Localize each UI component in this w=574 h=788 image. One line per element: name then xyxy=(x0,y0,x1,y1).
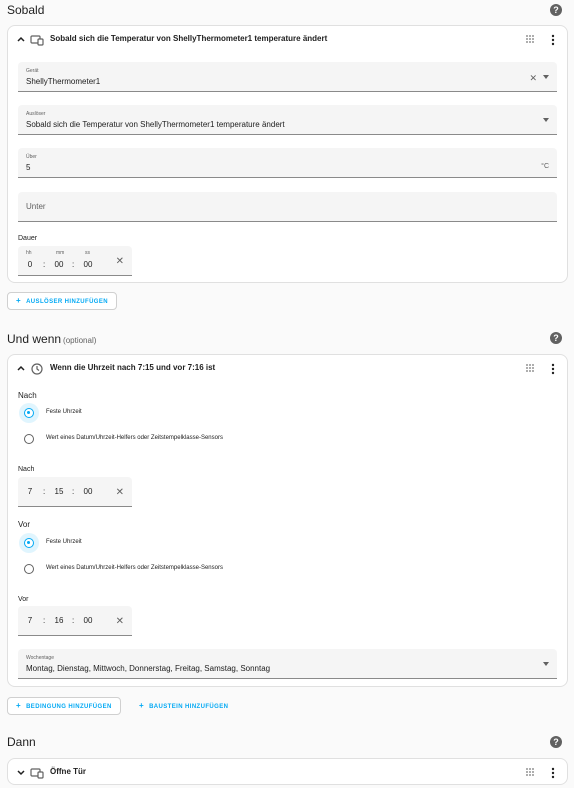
plus-icon: + xyxy=(16,296,22,305)
radio-after-fixed[interactable] xyxy=(24,408,34,418)
clock-icon xyxy=(30,362,44,375)
trigger-card-header[interactable]: Sobald sich die Temperatur von ShellyThe… xyxy=(8,26,567,54)
more-vert-icon[interactable] xyxy=(551,33,555,46)
weekdays-value: Montag, Dienstag, Mittwoch, Donnerstag, … xyxy=(26,664,271,673)
below-field-placeholder: Unter xyxy=(26,202,46,211)
device-field-label: Gerät xyxy=(26,68,39,74)
condition-card-header[interactable]: Wenn die Uhrzeit nach 7:15 und vor 7:16 … xyxy=(8,355,567,383)
more-vert-icon[interactable] xyxy=(551,362,555,375)
add-condition-label: BEDINGUNG HINZUFÜGEN xyxy=(26,704,112,710)
after-hh[interactable]: 7 xyxy=(22,487,38,496)
optional-label: (optional) xyxy=(63,336,97,345)
before-ss[interactable]: 00 xyxy=(80,616,96,625)
plus-icon: + xyxy=(139,701,145,710)
trigger-card: Sobald sich die Temperatur von ShellyThe… xyxy=(7,25,568,283)
section-title-dann: Dann xyxy=(7,735,36,749)
drag-handle-icon[interactable] xyxy=(525,362,535,374)
dropdown-arrow-icon[interactable] xyxy=(543,118,549,122)
duration-label: Dauer xyxy=(18,235,38,242)
dropdown-arrow-icon[interactable] xyxy=(543,662,549,666)
radio-after-helper-label[interactable]: Wert eines Datum/Uhrzeit-Helfers oder Ze… xyxy=(46,435,223,441)
condition-card: Wenn die Uhrzeit nach 7:15 und vor 7:16 … xyxy=(7,354,568,687)
dropdown-arrow-icon[interactable] xyxy=(543,75,549,79)
duration-input[interactable]: hh mm ss 0 : 00 : 00 ✕ xyxy=(18,246,132,276)
action-card-title: Öffne Tür xyxy=(50,767,86,776)
close-icon[interactable]: ✕ xyxy=(116,256,124,267)
add-block-button[interactable]: + BAUSTEIN HINZUFÜGEN xyxy=(130,697,237,715)
radio-after-helper[interactable] xyxy=(24,434,34,444)
duration-mm[interactable]: 00 xyxy=(51,260,67,269)
duration-mm-unit: mm xyxy=(56,250,65,256)
above-field[interactable]: Über 5 °C xyxy=(18,148,557,178)
trigger-select-value: Sobald sich die Temperatur von ShellyThe… xyxy=(26,120,285,129)
help-icon[interactable]: ? xyxy=(550,4,562,16)
duration-hh-unit: hh xyxy=(26,250,32,256)
chevron-up-icon[interactable] xyxy=(16,363,26,373)
radio-before-fixed[interactable] xyxy=(24,538,34,548)
weekdays-label: Wochentage xyxy=(26,655,54,661)
trigger-select[interactable]: Auslöser Sobald sich die Temperatur von … xyxy=(18,105,557,135)
after-time-input[interactable]: 7 : 15 : 00 ✕ xyxy=(18,477,132,507)
und-wenn-title: Und wenn xyxy=(7,332,62,346)
after-label: Nach xyxy=(18,391,37,400)
close-icon[interactable]: ✕ xyxy=(116,616,124,627)
after-ss[interactable]: 00 xyxy=(80,487,96,496)
action-card-header[interactable]: Öffne Tür xyxy=(8,759,567,786)
device-field-value: ShellyThermometer1 xyxy=(26,77,101,86)
duration-ss-unit: ss xyxy=(85,250,90,256)
above-field-unit: °C xyxy=(541,163,549,170)
radio-before-helper-label[interactable]: Wert eines Datum/Uhrzeit-Helfers oder Ze… xyxy=(46,565,223,571)
add-trigger-label: AUSLÖSER HINZUFÜGEN xyxy=(26,299,109,305)
before-mm[interactable]: 16 xyxy=(51,616,67,625)
chevron-down-icon[interactable] xyxy=(16,767,26,777)
device-icon xyxy=(30,766,44,779)
device-field[interactable]: Gerät ShellyThermometer1 ✕ xyxy=(18,62,557,92)
before-time-label: Vor xyxy=(18,596,29,603)
close-icon[interactable]: ✕ xyxy=(529,73,537,84)
close-icon[interactable]: ✕ xyxy=(116,487,124,498)
radio-before-fixed-label[interactable]: Feste Uhrzeit xyxy=(46,539,82,545)
more-vert-icon[interactable] xyxy=(551,766,555,779)
trigger-card-title: Sobald sich die Temperatur von ShellyThe… xyxy=(50,34,328,43)
section-title-und-wenn: Und wenn (optional) xyxy=(7,332,96,346)
before-label: Vor xyxy=(18,520,31,529)
add-trigger-button[interactable]: + AUSLÖSER HINZUFÜGEN xyxy=(7,292,118,310)
after-time-label: Nach xyxy=(18,466,35,473)
condition-card-title: Wenn die Uhrzeit nach 7:15 und vor 7:16 … xyxy=(50,363,216,372)
weekdays-select[interactable]: Wochentage Montag, Dienstag, Mittwoch, D… xyxy=(18,649,557,679)
radio-after-fixed-label[interactable]: Feste Uhrzeit xyxy=(46,409,82,415)
trigger-select-label: Auslöser xyxy=(26,111,46,117)
action-card: Öffne Tür xyxy=(7,758,568,785)
chevron-up-icon[interactable] xyxy=(16,34,26,44)
before-hh[interactable]: 7 xyxy=(22,616,38,625)
plus-icon: + xyxy=(16,701,22,710)
duration-ss[interactable]: 00 xyxy=(80,260,96,269)
add-condition-button[interactable]: + BEDINGUNG HINZUFÜGEN xyxy=(7,697,121,715)
add-block-label: BAUSTEIN HINZUFÜGEN xyxy=(149,704,229,710)
help-icon[interactable]: ? xyxy=(550,332,562,344)
below-field[interactable]: Unter xyxy=(18,192,557,222)
before-time-input[interactable]: 7 : 16 : 00 ✕ xyxy=(18,606,132,636)
above-field-label: Über xyxy=(26,154,37,160)
after-mm[interactable]: 15 xyxy=(51,487,67,496)
device-icon xyxy=(30,33,44,46)
duration-hh[interactable]: 0 xyxy=(22,260,38,269)
drag-handle-icon[interactable] xyxy=(525,766,535,778)
section-title-sobald: Sobald xyxy=(7,3,45,17)
drag-handle-icon[interactable] xyxy=(525,33,535,45)
radio-before-helper[interactable] xyxy=(24,564,34,574)
help-icon[interactable]: ? xyxy=(550,736,562,748)
above-field-value: 5 xyxy=(26,163,31,172)
